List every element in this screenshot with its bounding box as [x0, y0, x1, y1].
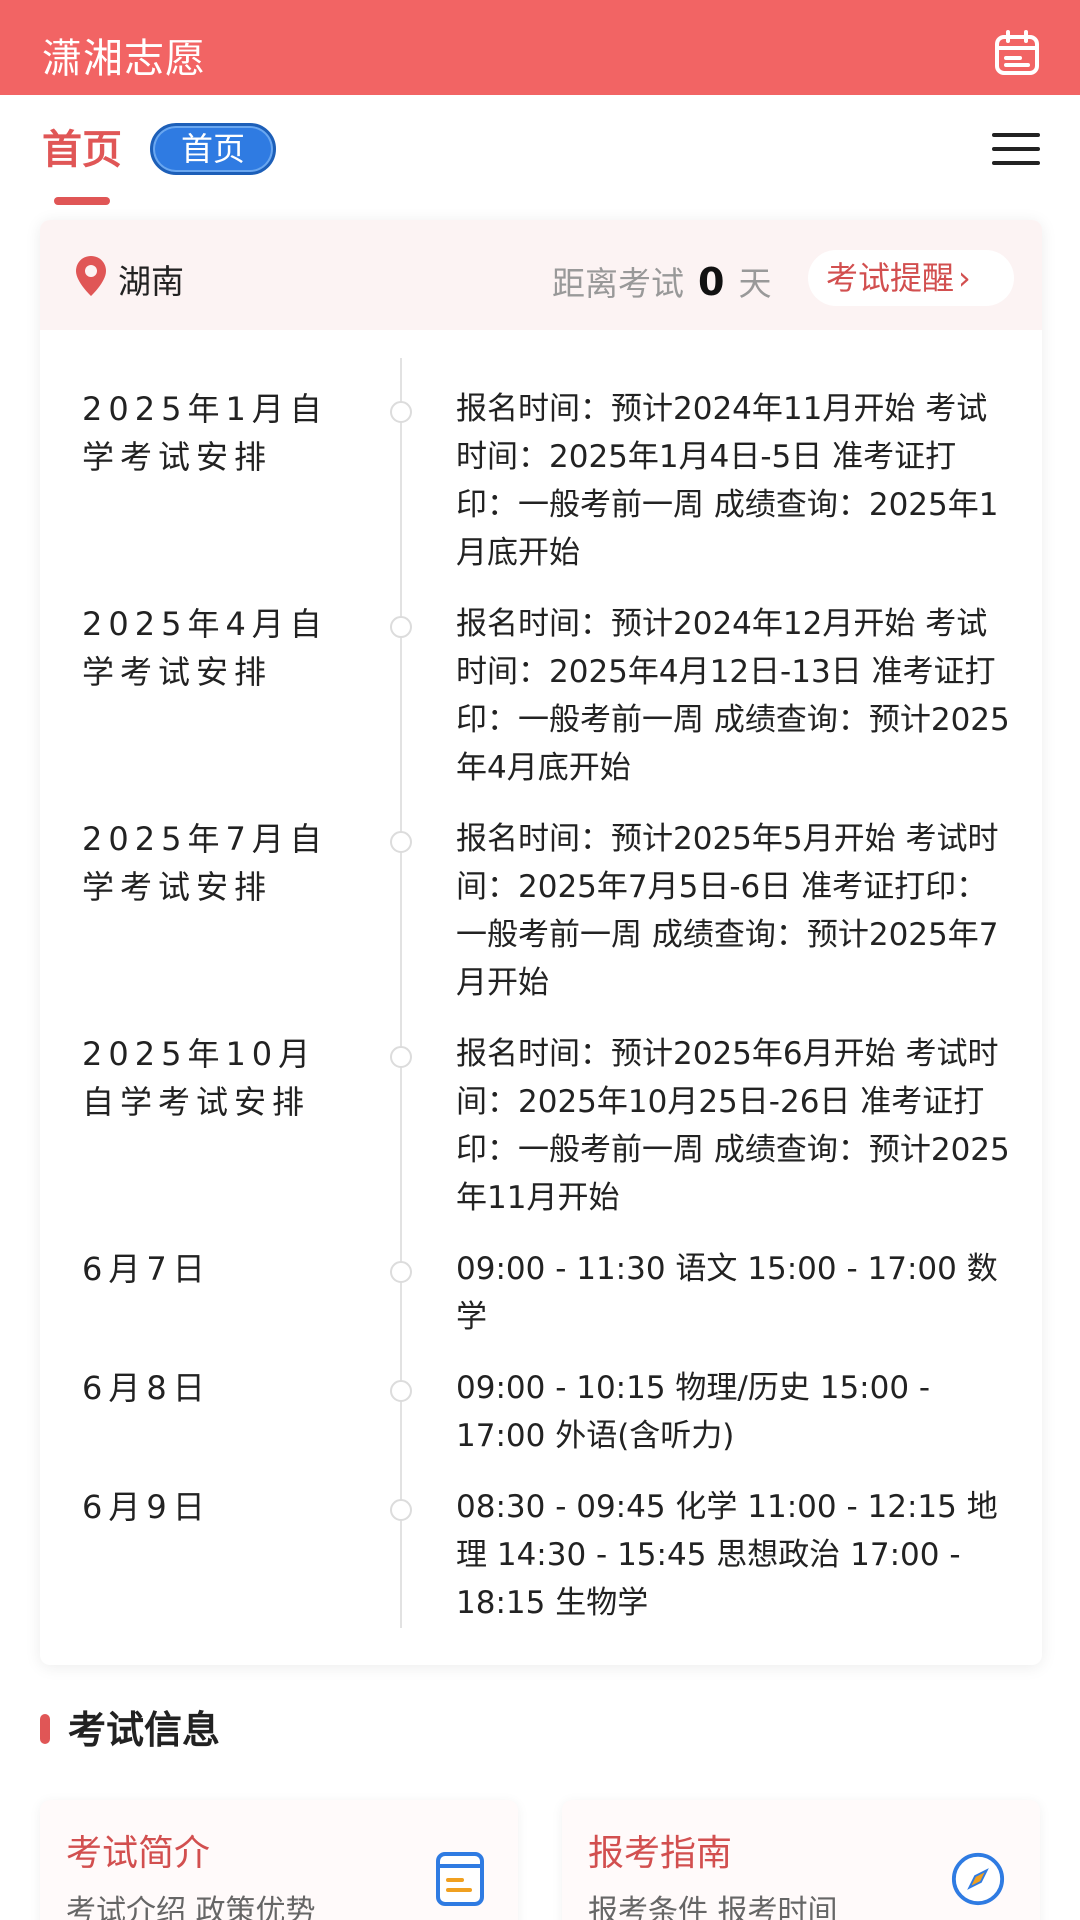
- timeline-dot: [390, 1499, 412, 1521]
- region-label[interactable]: 湖南: [118, 260, 184, 304]
- schedule-detail: 09:00 - 11:30 语文 15:00 - 17:00 数学: [456, 1251, 998, 1335]
- exam-intro-subtitle: 考试介绍 政策优势: [66, 1894, 316, 1920]
- section-accent-bar: [40, 1714, 50, 1744]
- schedule-detail: 报名时间：预计2024年11月开始 考试时间：2025年1月4日-5日 准考证打…: [456, 391, 999, 571]
- tab-home[interactable]: 首页: [42, 125, 122, 175]
- timeline-line: [400, 358, 402, 1628]
- schedule-title: 6月8日: [82, 1369, 211, 1407]
- schedule-title: 2025年7月自学考试安排: [82, 820, 328, 906]
- exam-guide-title: 报考指南: [588, 1833, 733, 1874]
- exam-intro-title: 考试简介: [66, 1833, 211, 1874]
- schedule-detail: 报名时间：预计2025年6月开始 考试时间：2025年10月25日-26日 准考…: [456, 1036, 1010, 1216]
- calendar-icon[interactable]: [994, 30, 1040, 76]
- schedule-detail: 09:00 - 10:15 物理/历史 15:00 - 17:00 外语(含听力…: [456, 1370, 931, 1454]
- exam-guide-subtitle: 报考条件 报考时间: [588, 1894, 838, 1920]
- schedule-title: 6月7日: [82, 1250, 211, 1288]
- tab-active-indicator: [54, 197, 110, 205]
- countdown-days: 0: [698, 260, 725, 304]
- timeline-dot: [390, 616, 412, 638]
- schedule-detail: 报名时间：预计2024年12月开始 考试时间：2025年4月12日-13日 准考…: [456, 606, 1010, 786]
- timeline-dot: [390, 1261, 412, 1283]
- chevron-right-icon: ›: [958, 259, 971, 297]
- card-header: 湖南 距离考试 0 天 考试提醒 ›: [40, 220, 1042, 330]
- schedule-detail: 08:30 - 09:45 化学 11:00 - 12:15 地理 14:30 …: [456, 1489, 998, 1621]
- exam-reminder-label: 考试提醒: [826, 259, 955, 297]
- compass-icon: [951, 1852, 1005, 1906]
- exam-intro-card[interactable]: 考试简介 考试介绍 政策优势: [40, 1800, 518, 1920]
- app-header: 潇湘志愿: [0, 0, 1080, 95]
- schedule-title: 6月9日: [82, 1488, 211, 1526]
- hamburger-menu-icon[interactable]: [992, 133, 1040, 169]
- exam-reminder-button[interactable]: 考试提醒 ›: [808, 250, 1014, 306]
- timeline-dot: [390, 1046, 412, 1068]
- countdown: 距离考试 0 天: [552, 258, 771, 308]
- document-icon: [436, 1852, 484, 1906]
- exam-schedule-card: 湖南 距离考试 0 天 考试提醒 › 2025年1月自学考试安排 报名时间：预计202…: [40, 220, 1042, 1665]
- countdown-suffix: 天: [738, 264, 772, 303]
- tab-bar: 首页 首页: [0, 95, 1080, 205]
- home-pill-button[interactable]: 首页: [150, 123, 276, 175]
- schedule-detail: 报名时间：预计2025年5月开始 考试时间：2025年7月5日-6日 准考证打印…: [456, 821, 999, 1001]
- section-title: 考试信息: [68, 1708, 221, 1752]
- timeline-dot: [390, 401, 412, 423]
- location-pin-icon: [76, 256, 106, 296]
- exam-guide-card[interactable]: 报考指南 报考条件 报考时间: [562, 1800, 1040, 1920]
- schedule-title: 2025年4月自学考试安排: [82, 605, 328, 691]
- schedule-title: 2025年10月自学考试安排: [82, 1035, 317, 1121]
- timeline-dot: [390, 831, 412, 853]
- app-title: 潇湘志愿: [42, 36, 206, 82]
- countdown-prefix: 距离考试: [552, 264, 684, 303]
- timeline-dot: [390, 1380, 412, 1402]
- schedule-title: 2025年1月自学考试安排: [82, 390, 328, 476]
